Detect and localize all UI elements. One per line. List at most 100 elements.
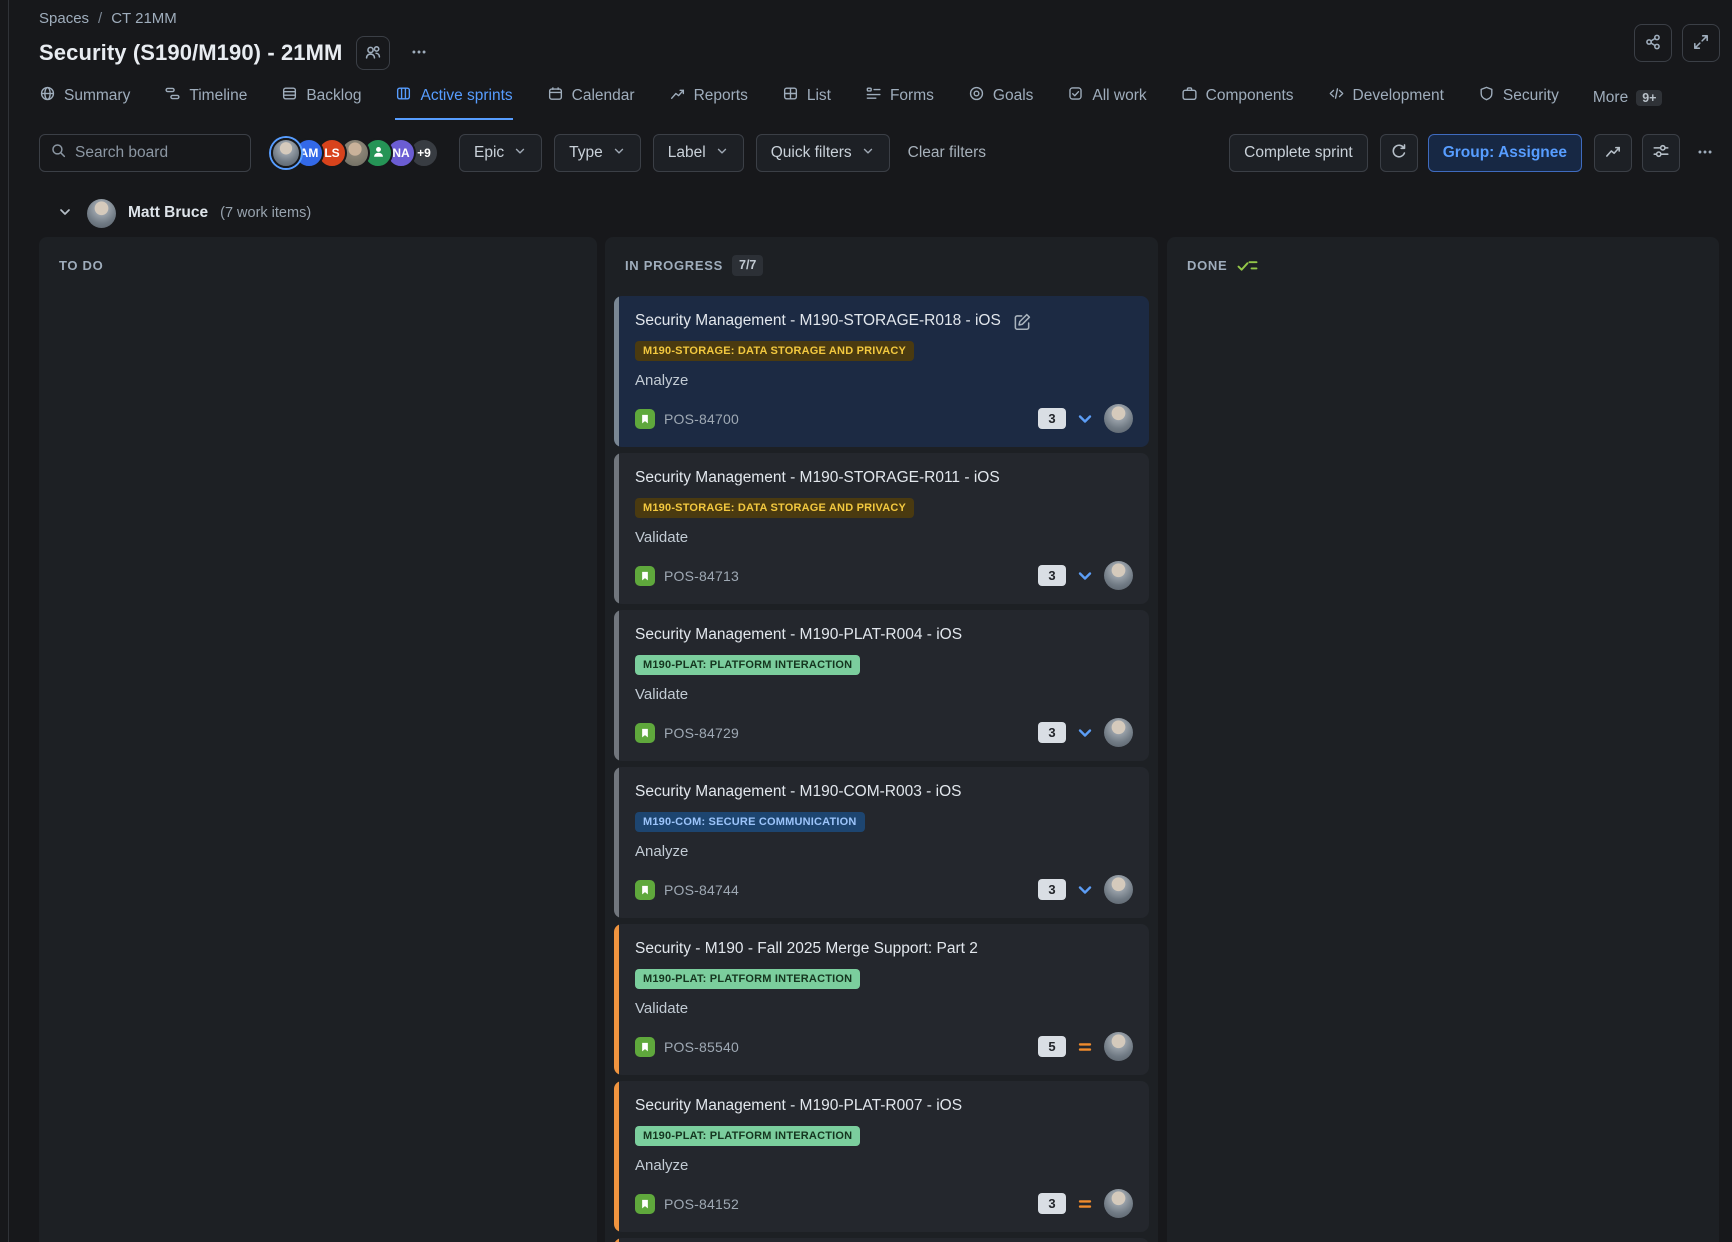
board-columns-icon (395, 85, 412, 107)
epic-label-chip[interactable]: M190-PLAT: PLATFORM INTERACTION (635, 655, 860, 675)
breadcrumb-project[interactable]: CT 21MM (111, 10, 177, 27)
assignee-avatar[interactable] (1104, 561, 1133, 590)
checkbox-icon (1067, 85, 1084, 107)
tab-development[interactable]: Development (1328, 85, 1444, 120)
tab-all-work[interactable]: All work (1067, 85, 1146, 120)
expand-button[interactable] (1682, 24, 1720, 62)
person-icon (371, 144, 386, 162)
assignee-avatar[interactable] (1104, 1032, 1133, 1061)
tab-calendar[interactable]: Calendar (547, 85, 635, 120)
sliders-icon (1652, 142, 1670, 165)
breadcrumb-spaces[interactable]: Spaces (39, 10, 89, 27)
board-card-partial[interactable] (614, 1238, 1149, 1242)
insights-button[interactable] (1594, 134, 1632, 172)
board-card[interactable]: Security Management - M190-COM-R003 - iO… (614, 767, 1149, 918)
search-board-field[interactable] (39, 134, 251, 172)
people-icon (364, 43, 382, 64)
clear-filters-button[interactable]: Clear filters (908, 144, 986, 162)
board-card[interactable]: Security Management - M190-STORAGE-R011 … (614, 453, 1149, 604)
share-button[interactable] (1634, 24, 1672, 62)
assignee-avatar[interactable] (1104, 404, 1133, 433)
epic-label-chip[interactable]: M190-STORAGE: DATA STORAGE AND PRIVACY (635, 498, 914, 518)
column-header: IN PROGRESS 7/7 (605, 237, 1158, 274)
tab-forms[interactable]: Forms (865, 85, 934, 120)
code-icon (1328, 85, 1345, 107)
tab-label: Goals (993, 87, 1034, 105)
group-by-assignee-button[interactable]: Group: Assignee (1428, 134, 1582, 172)
tab-security[interactable]: Security (1478, 85, 1559, 120)
team-members-button[interactable] (356, 36, 390, 70)
estimate-badge: 3 (1038, 879, 1066, 900)
tab-label: More (1593, 89, 1628, 107)
tab-active-sprints[interactable]: Active sprints (395, 85, 512, 120)
group-assignee-avatar (87, 199, 116, 228)
column-title: TO DO (59, 258, 103, 273)
tab-label: Components (1206, 87, 1294, 105)
search-icon (50, 142, 67, 164)
card-key[interactable]: POS-84700 (664, 411, 739, 427)
card-key[interactable]: POS-85540 (664, 1039, 739, 1055)
quick-filters-dropdown[interactable]: Quick filters (756, 134, 890, 172)
epic-label-chip[interactable]: M190-STORAGE: DATA STORAGE AND PRIVACY (635, 341, 914, 361)
card-key[interactable]: POS-84152 (664, 1196, 739, 1212)
edit-icon[interactable] (1013, 312, 1032, 331)
card-key[interactable]: POS-84729 (664, 725, 739, 741)
tab-timeline[interactable]: Timeline (164, 85, 247, 120)
avatar-matt-bruce[interactable] (271, 138, 301, 168)
search-input[interactable] (75, 144, 240, 162)
tab-more[interactable]: More 9+ (1593, 89, 1663, 120)
epic-label-chip[interactable]: M190-PLAT: PLATFORM INTERACTION (635, 1126, 860, 1146)
estimate-badge: 3 (1038, 722, 1066, 743)
card-key[interactable]: POS-84713 (664, 568, 739, 584)
more-count-badge: 9+ (1636, 90, 1662, 107)
tab-goals[interactable]: Goals (968, 85, 1034, 120)
card-list: Security Management - M190-STORAGE-R018 … (605, 296, 1158, 1242)
card-title: Security - M190 - Fall 2025 Merge Suppor… (635, 940, 978, 958)
story-type-icon (635, 1037, 655, 1057)
label-filter-dropdown[interactable]: Label (653, 134, 744, 172)
feedback-button[interactable] (1380, 134, 1418, 172)
dropdown-label: Epic (474, 144, 504, 162)
assignee-avatar[interactable] (1104, 1189, 1133, 1218)
dropdown-label: Label (668, 144, 706, 162)
board-card[interactable]: Security Management - M190-PLAT-R004 - i… (614, 610, 1149, 761)
assignee-avatar[interactable] (1104, 875, 1133, 904)
assignee-avatar[interactable] (1104, 718, 1133, 747)
title-more-button[interactable] (404, 38, 434, 68)
tab-label: Timeline (189, 87, 247, 105)
card-status: Validate (635, 686, 1133, 706)
more-horizontal-icon (1696, 143, 1714, 164)
chevron-down-icon (612, 144, 626, 163)
tab-list[interactable]: List (782, 85, 831, 120)
card-status: Analyze (635, 843, 1133, 863)
tab-backlog[interactable]: Backlog (281, 85, 361, 120)
complete-sprint-button[interactable]: Complete sprint (1229, 134, 1368, 172)
priority-icon (1075, 880, 1095, 900)
card-key[interactable]: POS-84744 (664, 882, 739, 898)
collapse-group-button[interactable] (55, 203, 75, 223)
tab-label: Reports (694, 87, 748, 105)
breadcrumb-separator: / (98, 10, 102, 27)
target-icon (968, 85, 985, 107)
card-title: Security Management - M190-PLAT-R007 - i… (635, 1097, 962, 1115)
tab-summary[interactable]: Summary (39, 85, 130, 120)
chevron-down-icon (57, 204, 73, 223)
epic-label-chip[interactable]: M190-COM: SECURE COMMUNICATION (635, 812, 865, 832)
backlog-icon (281, 85, 298, 107)
epic-filter-dropdown[interactable]: Epic (459, 134, 542, 172)
board-card[interactable]: Security Management - M190-STORAGE-R018 … (614, 296, 1149, 447)
form-lines-icon (865, 85, 882, 107)
card-title: Security Management - M190-COM-R003 - iO… (635, 783, 961, 801)
board-card[interactable]: Security - M190 - Fall 2025 Merge Suppor… (614, 924, 1149, 1075)
card-title: Security Management - M190-PLAT-R004 - i… (635, 626, 962, 644)
tab-components[interactable]: Components (1181, 85, 1294, 120)
priority-icon (1075, 1037, 1095, 1057)
tab-reports[interactable]: Reports (669, 85, 748, 120)
type-filter-dropdown[interactable]: Type (554, 134, 641, 172)
board-card[interactable]: Security Management - M190-PLAT-R007 - i… (614, 1081, 1149, 1232)
board-settings-button[interactable] (1642, 134, 1680, 172)
epic-label-chip[interactable]: M190-PLAT: PLATFORM INTERACTION (635, 969, 860, 989)
assignee-avatar-filter: AM LS NA +9 (271, 138, 439, 168)
column-count-badge: 7/7 (732, 255, 763, 275)
toolbar-more-button[interactable] (1690, 138, 1720, 168)
